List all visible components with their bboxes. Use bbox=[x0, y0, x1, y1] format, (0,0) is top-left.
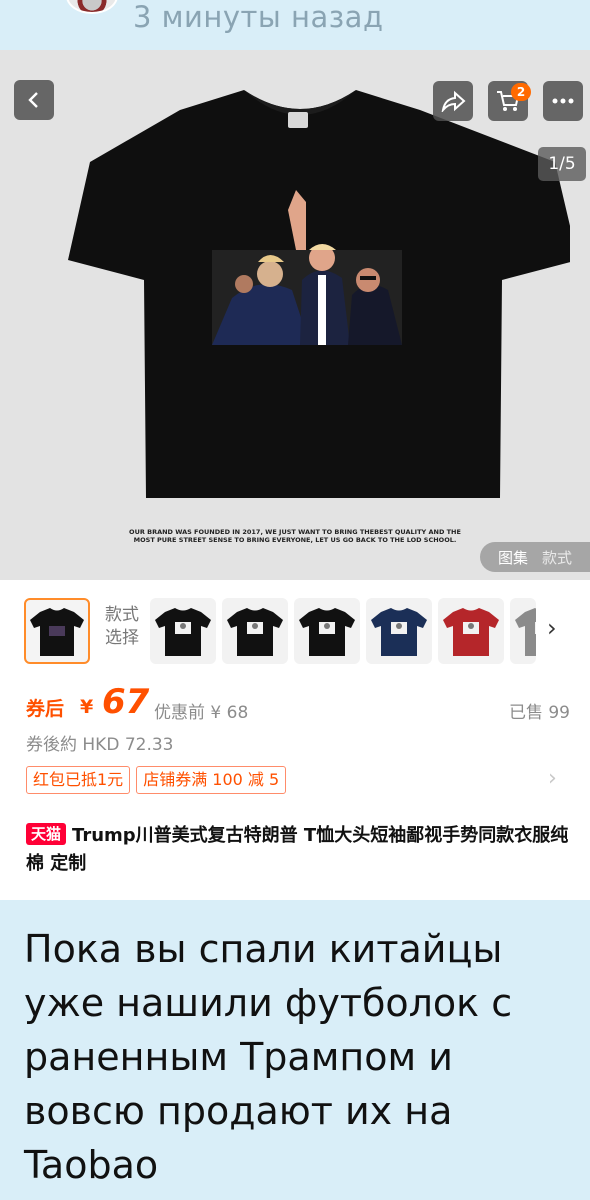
variant-label: 款式 选择 bbox=[100, 604, 144, 650]
post-caption: Пока вы спали китайцы уже нашили футболо… bbox=[24, 927, 513, 1187]
promo-tag[interactable]: 红包已抵1元 bbox=[26, 766, 131, 794]
coupon-label: 券后 bbox=[26, 698, 65, 720]
tab-gallery[interactable]: 图集 bbox=[498, 547, 528, 568]
variant-thumb[interactable] bbox=[438, 598, 504, 664]
promo-tags[interactable]: 红包已抵1元 店铺券满 100 减 5 bbox=[26, 766, 287, 794]
chevron-right-icon[interactable]: › bbox=[548, 766, 557, 791]
promo-tag[interactable]: 店铺券满 100 减 5 bbox=[136, 766, 287, 794]
product-title-text: Trump川普美式复古特朗普 T恤大头短袖鄙视手势同款衣服纯棉 定制 bbox=[26, 825, 569, 874]
variant-selector: 款式 选择 › bbox=[0, 596, 590, 668]
tmall-badge: 天猫 bbox=[26, 823, 67, 845]
variant-label-line2: 选择 bbox=[105, 628, 139, 648]
share-icon bbox=[441, 90, 466, 112]
variant-shirt-image bbox=[155, 608, 211, 656]
back-button[interactable] bbox=[14, 80, 54, 120]
variant-thumb[interactable] bbox=[294, 598, 360, 664]
hkd-price: 券後約 HKD 72.33 bbox=[26, 735, 174, 755]
variant-shirt-image bbox=[299, 608, 355, 656]
variant-thumb[interactable] bbox=[510, 598, 536, 664]
original-price: 优惠前 ¥ 68 bbox=[154, 703, 249, 723]
tab-styles[interactable]: 款式 bbox=[542, 547, 572, 568]
share-button[interactable] bbox=[433, 81, 473, 121]
price-row: 券后 ¥ 67 优惠前 ¥ 68 已售 99 bbox=[26, 682, 576, 730]
variant-shirt-image bbox=[515, 608, 536, 656]
variant-thumb[interactable] bbox=[150, 598, 216, 664]
variant-shirt-image bbox=[30, 608, 84, 656]
more-dots-icon bbox=[552, 98, 574, 104]
variant-shirt-image bbox=[443, 608, 499, 656]
currency-symbol: ¥ bbox=[80, 696, 94, 718]
product-image[interactable]: OUR BRAND WAS FOUNDED IN 2017, WE JUST W… bbox=[0, 50, 590, 580]
post-header: 3 минуты назад bbox=[0, 0, 590, 50]
variant-shirt-image bbox=[227, 608, 283, 656]
variant-thumb[interactable] bbox=[366, 598, 432, 664]
sold-count: 已售 99 bbox=[508, 703, 570, 723]
gallery-tabs: 图集 款式 bbox=[480, 542, 590, 572]
cart-count-badge: 2 bbox=[511, 83, 531, 101]
variant-thumb[interactable] bbox=[222, 598, 288, 664]
post-timestamp: 3 минуты назад bbox=[133, 0, 384, 34]
variant-shirt-image bbox=[371, 608, 427, 656]
brand-tag-text: OUR BRAND WAS FOUNDED IN 2017, WE JUST W… bbox=[129, 528, 461, 544]
price: 67 bbox=[102, 682, 150, 722]
variant-thumb-selected[interactable] bbox=[24, 598, 90, 664]
chevron-left-icon bbox=[28, 92, 38, 108]
product-card: OUR BRAND WAS FOUNDED IN 2017, WE JUST W… bbox=[0, 50, 590, 900]
variant-label-line1: 款式 bbox=[105, 605, 139, 625]
more-button[interactable] bbox=[543, 81, 583, 121]
product-title[interactable]: 天猫 Trump川普美式复古特朗普 T恤大头短袖鄙视手势同款衣服纯棉 定制 bbox=[26, 822, 576, 878]
image-counter: 1/5 bbox=[538, 147, 586, 181]
chevron-right-icon[interactable]: › bbox=[547, 614, 557, 642]
avatar[interactable] bbox=[66, 0, 118, 14]
